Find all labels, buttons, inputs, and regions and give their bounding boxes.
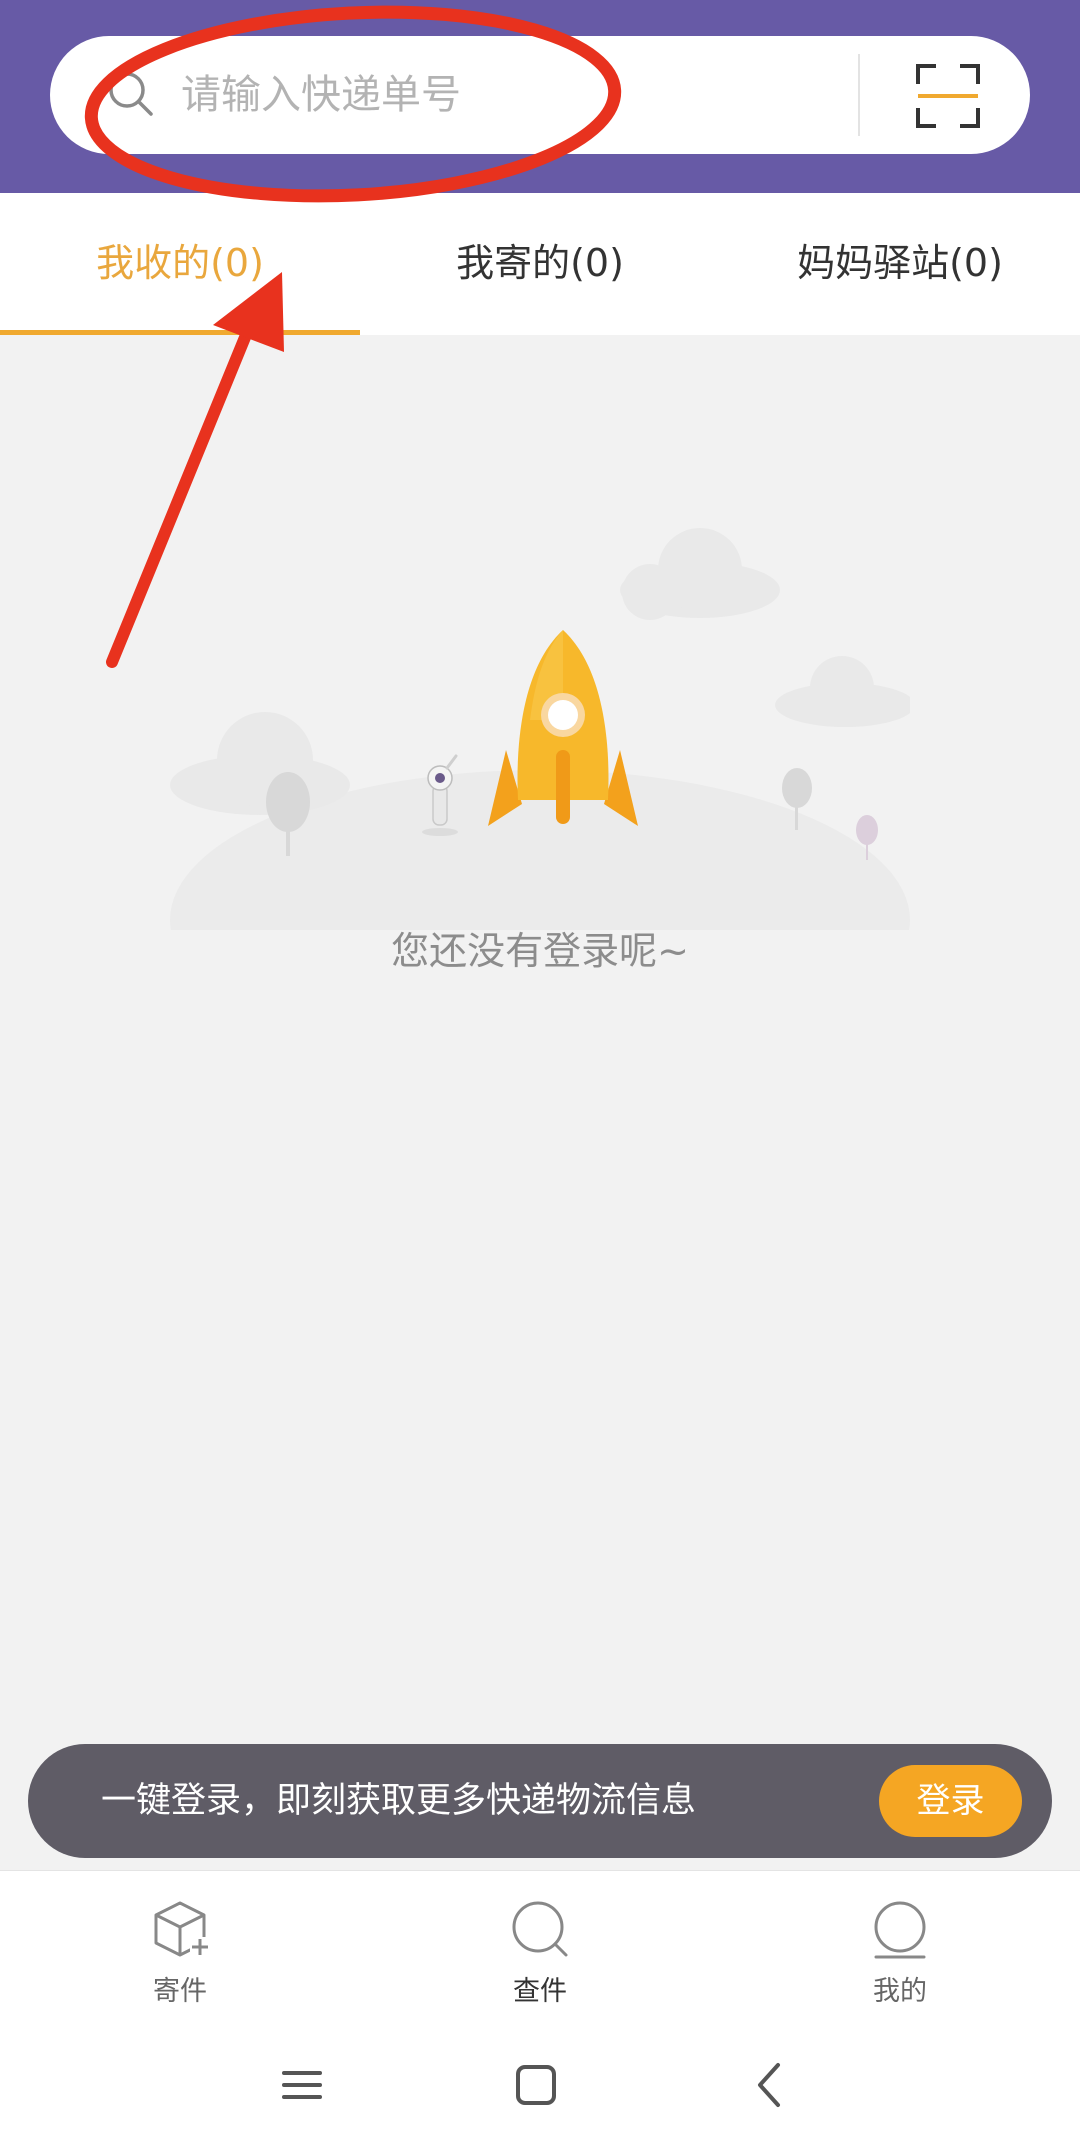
login-button[interactable]: 登录: [879, 1765, 1022, 1837]
profile-icon: [874, 1901, 926, 1959]
tab-sent[interactable]: 我寄的(0): [360, 193, 720, 335]
nav-label-mine: 我的: [873, 1976, 927, 2007]
scan-icon[interactable]: [914, 62, 982, 130]
search-input[interactable]: 请输入快递单号: [181, 36, 461, 154]
search-icon: [512, 1901, 568, 1957]
nav-label-query: 查件: [513, 1976, 567, 2007]
login-banner: 一键登录，即刻获取更多快递物流信息 登录: [28, 1744, 1052, 1858]
tab-bar: 我收的(0) 我寄的(0) 妈妈驿站(0): [0, 193, 1080, 335]
nav-item-query[interactable]: 查件: [360, 1871, 720, 2021]
rocket-illustration: [170, 528, 910, 930]
search-divider: [858, 54, 860, 136]
package-add-icon: [154, 1901, 210, 1957]
header-bar: 请输入快递单号: [0, 0, 1080, 193]
empty-state-message: 您还没有登录呢~: [391, 929, 689, 973]
nav-item-send[interactable]: 寄件: [0, 1871, 360, 2021]
tab-station[interactable]: 妈妈驿站(0): [720, 193, 1080, 335]
system-navigation-bar: [0, 2020, 1080, 2150]
home-icon[interactable]: [506, 2055, 566, 2115]
login-banner-text: 一键登录，即刻获取更多快递物流信息: [101, 1781, 697, 1821]
search-icon: [109, 72, 153, 116]
active-tab-indicator: [0, 330, 360, 335]
tab-received[interactable]: 我收的(0): [0, 193, 360, 335]
bottom-nav: 寄件 查件 我的: [0, 1870, 1080, 2021]
back-icon[interactable]: [740, 2055, 800, 2115]
nav-label-send: 寄件: [153, 1976, 207, 2007]
search-box[interactable]: 请输入快递单号: [50, 36, 1030, 154]
nav-item-mine[interactable]: 我的: [720, 1871, 1080, 2021]
menu-icon[interactable]: [272, 2055, 332, 2115]
